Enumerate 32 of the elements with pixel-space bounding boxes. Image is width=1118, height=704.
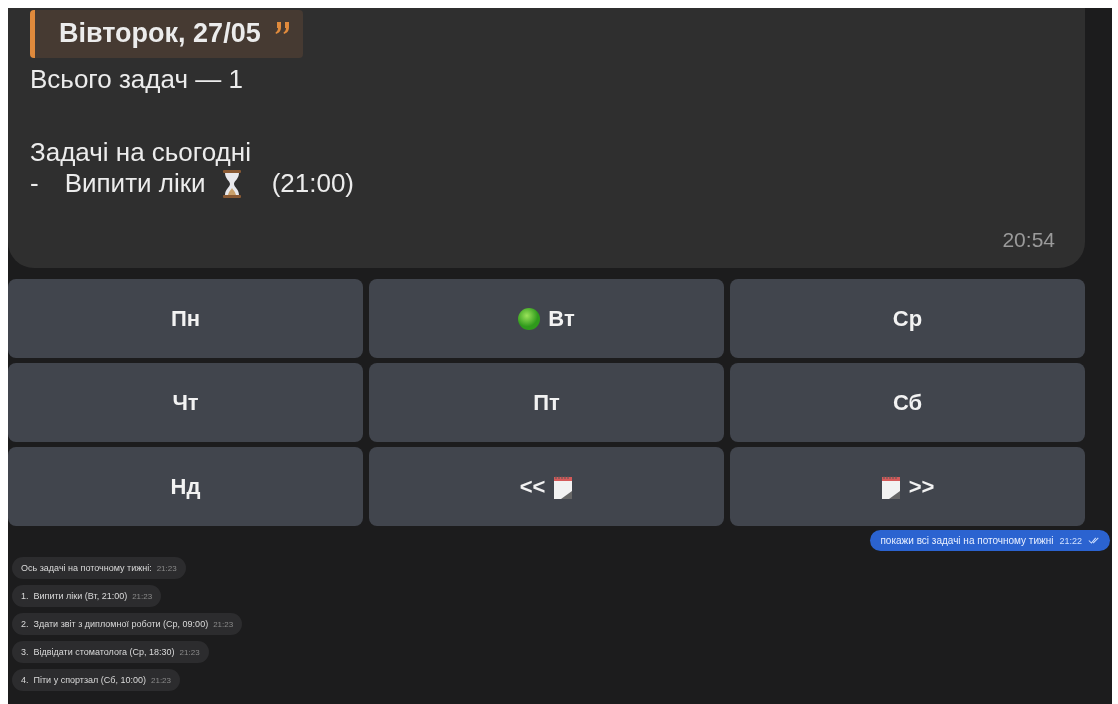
message-time: 21:23 [151, 675, 172, 685]
message-text: 2. Здати звіт з дипломної роботи (Ср, 09:00) [21, 619, 209, 629]
notepad-icon [880, 474, 901, 499]
message-text: Задачі на сьогодні [30, 137, 251, 168]
message-text: (21:00) [271, 168, 355, 199]
keyboard-button[interactable]: Пн [8, 279, 363, 358]
message-time: 21:23 [132, 591, 153, 601]
message-time: 21:23 [179, 647, 200, 657]
message-text: 4. Піти у спортзал (Сб, 10:00) [21, 675, 146, 685]
quote-title: Вівторок, 27/05 [59, 18, 261, 49]
keyboard-button[interactable]: Сб [730, 363, 1085, 442]
message-text: 1. Випити ліки (Вт, 21:00) [21, 591, 128, 601]
message-text: Випити ліки [64, 168, 206, 199]
keyboard-button[interactable]: Чт [8, 363, 363, 442]
message-text: Ось задачі на поточному тижні: [21, 563, 152, 573]
keyboard-button[interactable]: Пт [369, 363, 724, 442]
keyboard-button[interactable]: Нд [8, 447, 363, 526]
keyboard-button[interactable]: << [369, 447, 724, 526]
message-time: 21:22 [1059, 535, 1082, 546]
message-text: Всього задач — 1 [30, 64, 243, 95]
message-text: - [30, 168, 39, 199]
message-time: 20:54 [1002, 228, 1055, 252]
message-text: покажи всі задачі на поточному тижні [880, 535, 1054, 546]
keyboard-button[interactable]: >> [730, 447, 1085, 526]
hourglass-icon [221, 169, 242, 198]
notepad-icon [553, 474, 574, 499]
message-time: 21:23 [213, 619, 234, 629]
quote-icon [274, 22, 291, 34]
message-time: 21:23 [156, 563, 177, 573]
keyboard-button[interactable]: Вт [369, 279, 724, 358]
message-text: 3. Відвідати стоматолога (Ср, 18:30) [21, 647, 175, 657]
keyboard-button[interactable]: Ср [730, 279, 1085, 358]
